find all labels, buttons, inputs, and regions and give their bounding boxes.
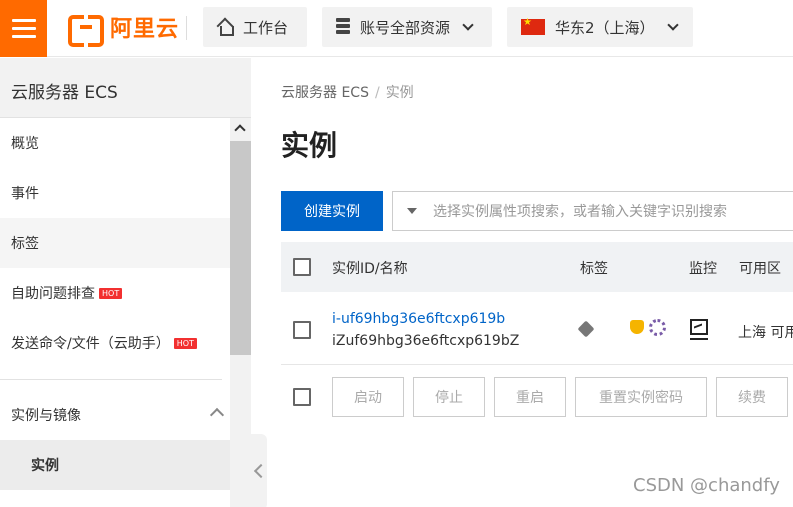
sidebar-item-label: 发送命令/文件（云助手）	[11, 336, 170, 352]
sidebar-item-label: 自助问题排查	[11, 286, 95, 302]
reset-password-button[interactable]: 重置实例密码	[575, 377, 707, 417]
instance-id-link[interactable]: i-uf69hbg36e6ftcxp619b	[332, 311, 505, 327]
row-checkbox[interactable]	[293, 321, 311, 339]
page-title: 实例	[281, 129, 338, 162]
start-button[interactable]: 启动	[332, 377, 404, 417]
sidebar-header: 云服务器 ECS	[0, 58, 251, 118]
breadcrumb-link-ecs[interactable]: 云服务器 ECS	[281, 85, 369, 101]
breadcrumb-current: 实例	[385, 85, 414, 101]
logo-divider	[186, 16, 187, 40]
monitor-icon[interactable]	[690, 319, 708, 340]
sidebar-collapse-handle[interactable]	[251, 434, 267, 507]
region-dropdown[interactable]: 华东2（上海）	[507, 7, 693, 47]
resources-dropdown[interactable]: 账号全部资源	[322, 7, 492, 47]
region-label: 华东2（上海）	[555, 18, 655, 37]
column-header-instance: 实例ID/名称	[332, 261, 408, 277]
zone-value: 上海 可用	[738, 325, 793, 341]
renew-button[interactable]: 续费	[716, 377, 788, 417]
column-header-tags: 标签	[580, 261, 608, 277]
menu-button[interactable]	[0, 0, 47, 57]
sidebar-item-troubleshoot[interactable]: 自助问题排查 HOT	[0, 268, 230, 318]
search-placeholder: 选择实例属性项搜索，或者输入关键字识别搜索	[433, 204, 727, 220]
scroll-up-arrow-icon[interactable]	[234, 124, 246, 136]
select-all-checkbox[interactable]	[293, 258, 311, 276]
home-icon	[217, 19, 234, 36]
cloud-assistant-gear-icon[interactable]	[649, 319, 666, 336]
sidebar-item-instances[interactable]: 实例	[0, 440, 230, 490]
caret-down-icon[interactable]	[407, 208, 417, 214]
sidebar-section-instances-images[interactable]: 实例与镜像	[0, 390, 230, 440]
sidebar-item-label: 实例	[31, 458, 59, 474]
sidebar-item-label: 概览	[11, 136, 39, 152]
batch-actions-bar: 启动 停止 重启 重置实例密码 续费	[281, 376, 793, 418]
hamburger-line	[11, 19, 36, 22]
resources-label: 账号全部资源	[360, 18, 451, 37]
hot-badge: HOT	[173, 337, 197, 349]
workbench-label: 工作台	[243, 18, 289, 37]
sidebar-item-events[interactable]: 事件	[0, 168, 230, 218]
aliyun-logo-icon	[68, 15, 104, 47]
aliyun-logo[interactable]: 阿里云	[68, 12, 180, 47]
tag-icon[interactable]	[577, 320, 595, 338]
sidebar-divider	[0, 379, 222, 380]
table-header: 实例ID/名称 标签 监控 可用区	[281, 242, 793, 292]
sidebar-item-overview[interactable]: 概览	[0, 118, 230, 168]
workbench-button[interactable]: 工作台	[203, 7, 307, 47]
breadcrumb-separator: /	[374, 85, 380, 101]
breadcrumb: 云服务器 ECS / 实例	[281, 82, 414, 102]
batch-select-checkbox[interactable]	[293, 388, 311, 406]
column-header-monitor: 监控	[689, 261, 717, 277]
sidebar-item-label: 事件	[11, 186, 39, 202]
create-instance-button[interactable]: 创建实例	[281, 191, 383, 231]
sidebar: 云服务器 ECS 概览 事件 标签 自助问题排查 HOT 发送命令/文件（云助手…	[0, 58, 251, 507]
table-row: i-uf69hbg36e6ftcxp619b iZuf69hbg36e6ftcx…	[281, 293, 793, 365]
search-box[interactable]: 选择实例属性项搜索，或者输入关键字识别搜索	[392, 191, 793, 231]
chevron-down-icon	[462, 18, 474, 31]
scrollbar-thumb[interactable]	[230, 141, 251, 355]
china-flag-icon	[521, 17, 545, 35]
chevron-up-icon	[209, 407, 225, 423]
hamburger-line	[11, 35, 36, 38]
instance-name: iZuf69hbg36e6ftcxp619bZ	[332, 333, 520, 349]
sidebar-scrollbar[interactable]	[230, 118, 251, 507]
top-bar: 阿里云 工作台 账号全部资源 华东2（上海）	[0, 0, 793, 57]
restart-button[interactable]: 重启	[494, 377, 566, 417]
chevron-down-icon	[666, 18, 679, 31]
sidebar-title: 云服务器 ECS	[11, 83, 118, 103]
sidebar-item-tags[interactable]: 标签	[0, 218, 230, 268]
watermark: CSDN @chandfy	[633, 475, 780, 496]
server-icon	[336, 18, 350, 36]
hot-badge: HOT	[99, 287, 123, 299]
stop-button[interactable]: 停止	[413, 377, 485, 417]
sidebar-menu: 概览 事件 标签 自助问题排查 HOT 发送命令/文件（云助手） HOT 实例与…	[0, 118, 230, 507]
column-header-zone[interactable]: 可用区	[739, 258, 781, 278]
sidebar-item-cloud-assistant[interactable]: 发送命令/文件（云助手） HOT	[0, 318, 230, 368]
logo-text: 阿里云	[110, 17, 180, 42]
security-shield-icon[interactable]	[630, 320, 644, 334]
hamburger-line	[11, 27, 36, 30]
sidebar-item-label: 标签	[11, 236, 39, 252]
sidebar-section-label: 实例与镜像	[11, 408, 81, 424]
